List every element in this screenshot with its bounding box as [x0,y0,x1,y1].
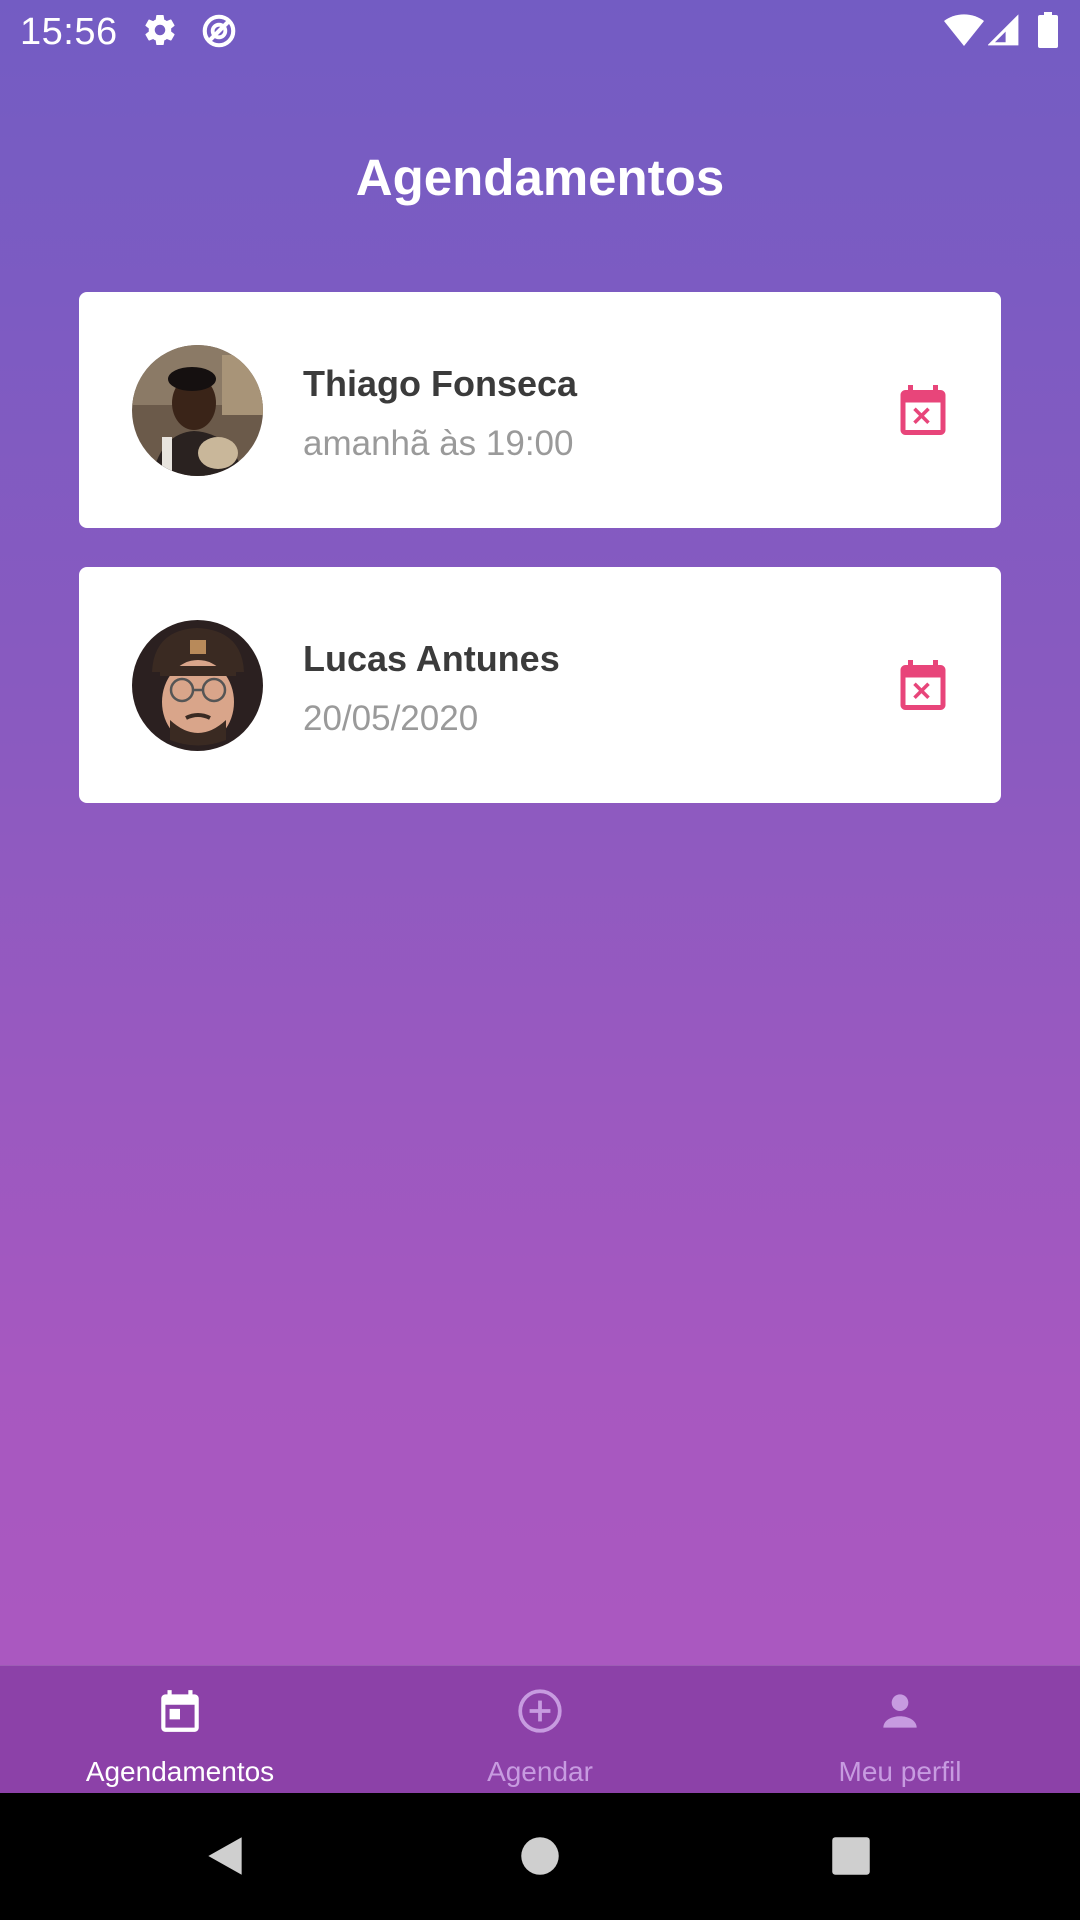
system-navigation-bar [0,1793,1080,1920]
person-icon [875,1686,925,1736]
nav-item-meu-perfil[interactable]: Meu perfil [720,1666,1080,1794]
avatar [132,345,263,476]
back-icon[interactable] [200,1831,250,1881]
nav-label: Agendar [487,1756,593,1787]
avatar [132,620,263,751]
add-circle-icon [515,1686,565,1736]
do-not-disturb-icon [200,12,238,55]
bottom-navigation: Agendamentos Agendar Meu perfil [0,1665,1080,1794]
appointment-date: amanhã às 19:00 [303,424,574,463]
calendar-cancel-icon[interactable] [893,380,953,440]
gear-icon [142,12,178,53]
appointment-card: Thiago Fonseca amanhã às 19:00 [79,292,1001,528]
calendar-cancel-icon[interactable] [893,655,953,715]
home-icon[interactable] [515,1831,565,1881]
calendar-icon [155,1686,205,1736]
nav-label: Meu perfil [838,1756,962,1787]
page-title: Agendamentos [355,149,725,206]
appointment-date: 20/05/2020 [303,699,479,738]
wifi-icon [944,14,984,53]
nav-label: Agendamentos [85,1756,275,1787]
nav-item-agendar[interactable]: Agendar [360,1666,720,1794]
appointment-name: Thiago Fonseca [303,363,578,404]
battery-icon [1038,12,1058,53]
signal-icon [987,14,1020,53]
status-bar: 15:56 [0,0,1080,64]
status-time: 15:56 [20,11,118,53]
nav-item-agendamentos[interactable]: Agendamentos [0,1666,360,1794]
recents-icon[interactable] [826,1831,876,1881]
appointment-name: Lucas Antunes [303,638,560,679]
appointment-card: Lucas Antunes 20/05/2020 [79,567,1001,803]
